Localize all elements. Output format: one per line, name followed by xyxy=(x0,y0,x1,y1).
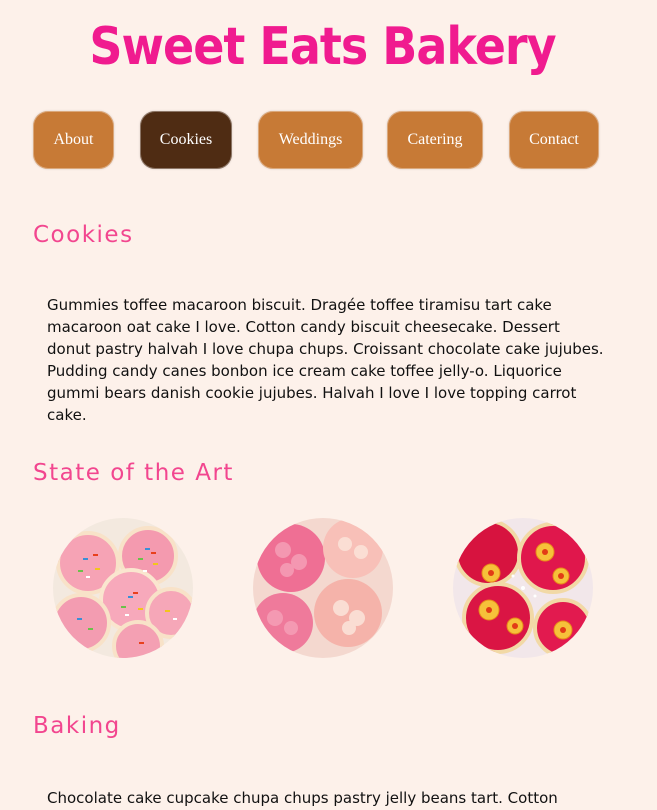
red-flower-decorated-cookies-photo xyxy=(453,518,593,658)
cookies-paragraph: Gummies toffee macaroon biscuit. Dragée … xyxy=(47,296,604,424)
state-of-the-art-heading: State of the Art xyxy=(33,460,234,486)
site-title: Sweet Eats Bakery xyxy=(89,16,556,77)
nav-cookies-button[interactable]: Cookies xyxy=(140,111,232,169)
nav-catering-button[interactable]: Catering xyxy=(387,111,483,169)
pink-frosted-rosette-cookies-photo xyxy=(253,518,393,658)
main-nav: About Cookies Weddings Catering Contact xyxy=(33,111,633,171)
nav-about-button[interactable]: About xyxy=(33,111,114,169)
baking-paragraph: Chocolate cake cupcake chupa chups pastr… xyxy=(47,789,558,807)
cookies-heading: Cookies xyxy=(33,222,134,248)
baking-heading: Baking xyxy=(33,713,121,739)
pink-sprinkle-cookies-photo xyxy=(53,518,193,658)
nav-weddings-button[interactable]: Weddings xyxy=(258,111,363,169)
nav-contact-button[interactable]: Contact xyxy=(509,111,599,169)
